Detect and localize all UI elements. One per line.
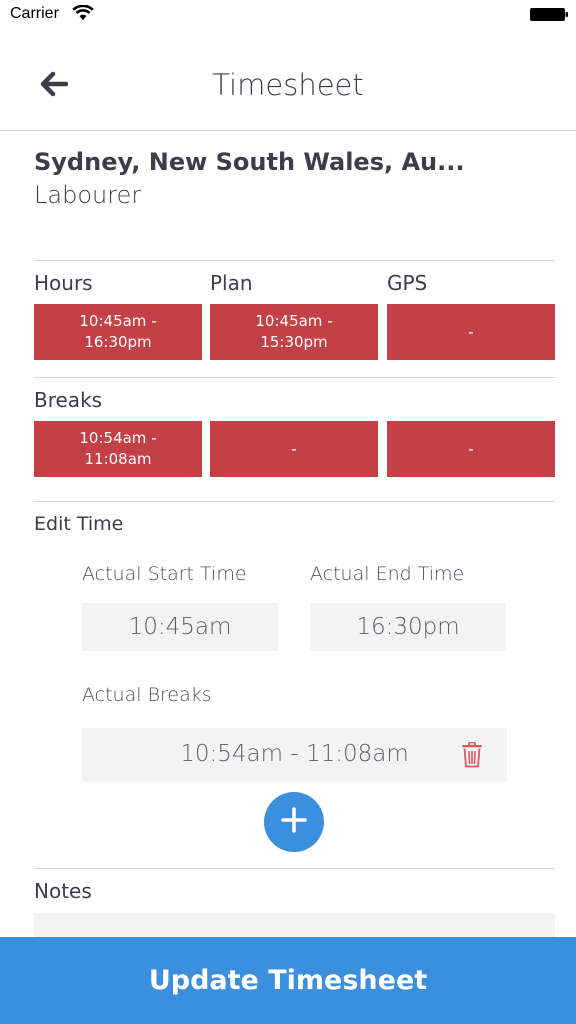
breaks-label: Breaks [34, 388, 103, 412]
hours-label: Hours [34, 271, 93, 295]
start-time-label: Actual Start Time [82, 563, 247, 585]
job-role: Labourer [34, 181, 142, 209]
status-bar: Carrier [0, 0, 576, 30]
start-time-field[interactable]: 10:45am [82, 603, 278, 651]
divider [34, 377, 555, 378]
wifi-icon [72, 4, 94, 26]
actual-breaks-label: Actual Breaks [82, 684, 212, 706]
carrier-label: Carrier [10, 5, 59, 22]
divider [34, 260, 555, 261]
job-location: Sydney, New South Wales, Au... [34, 148, 465, 176]
plan-label: Plan [210, 271, 253, 295]
hours-value: 10:45am - 16:30pm [34, 304, 202, 360]
break-value-gps: - [387, 421, 555, 477]
break-row[interactable]: 10:54am - 11:08am [82, 728, 507, 782]
divider [34, 868, 555, 869]
nav-bar: Timesheet [0, 50, 576, 131]
plan-value: 10:45am - 15:30pm [210, 304, 378, 360]
break-value-plan: - [210, 421, 378, 477]
gps-value: - [387, 304, 555, 360]
gps-label: GPS [387, 271, 428, 295]
divider [34, 501, 555, 502]
break-time-value: 10:54am - 11:08am [180, 741, 409, 767]
break-value-hours: 10:54am - 11:08am [34, 421, 202, 477]
end-time-label: Actual End Time [310, 563, 465, 585]
edit-time-label: Edit Time [34, 513, 124, 535]
update-timesheet-button[interactable]: Update Timesheet [0, 937, 576, 1024]
battery-icon [530, 8, 568, 21]
end-time-field[interactable]: 16:30pm [310, 603, 506, 651]
page-title: Timesheet [212, 68, 364, 102]
plus-icon [280, 806, 308, 838]
trash-icon[interactable] [461, 741, 485, 768]
notes-label: Notes [34, 879, 92, 903]
add-break-button[interactable] [264, 792, 324, 852]
